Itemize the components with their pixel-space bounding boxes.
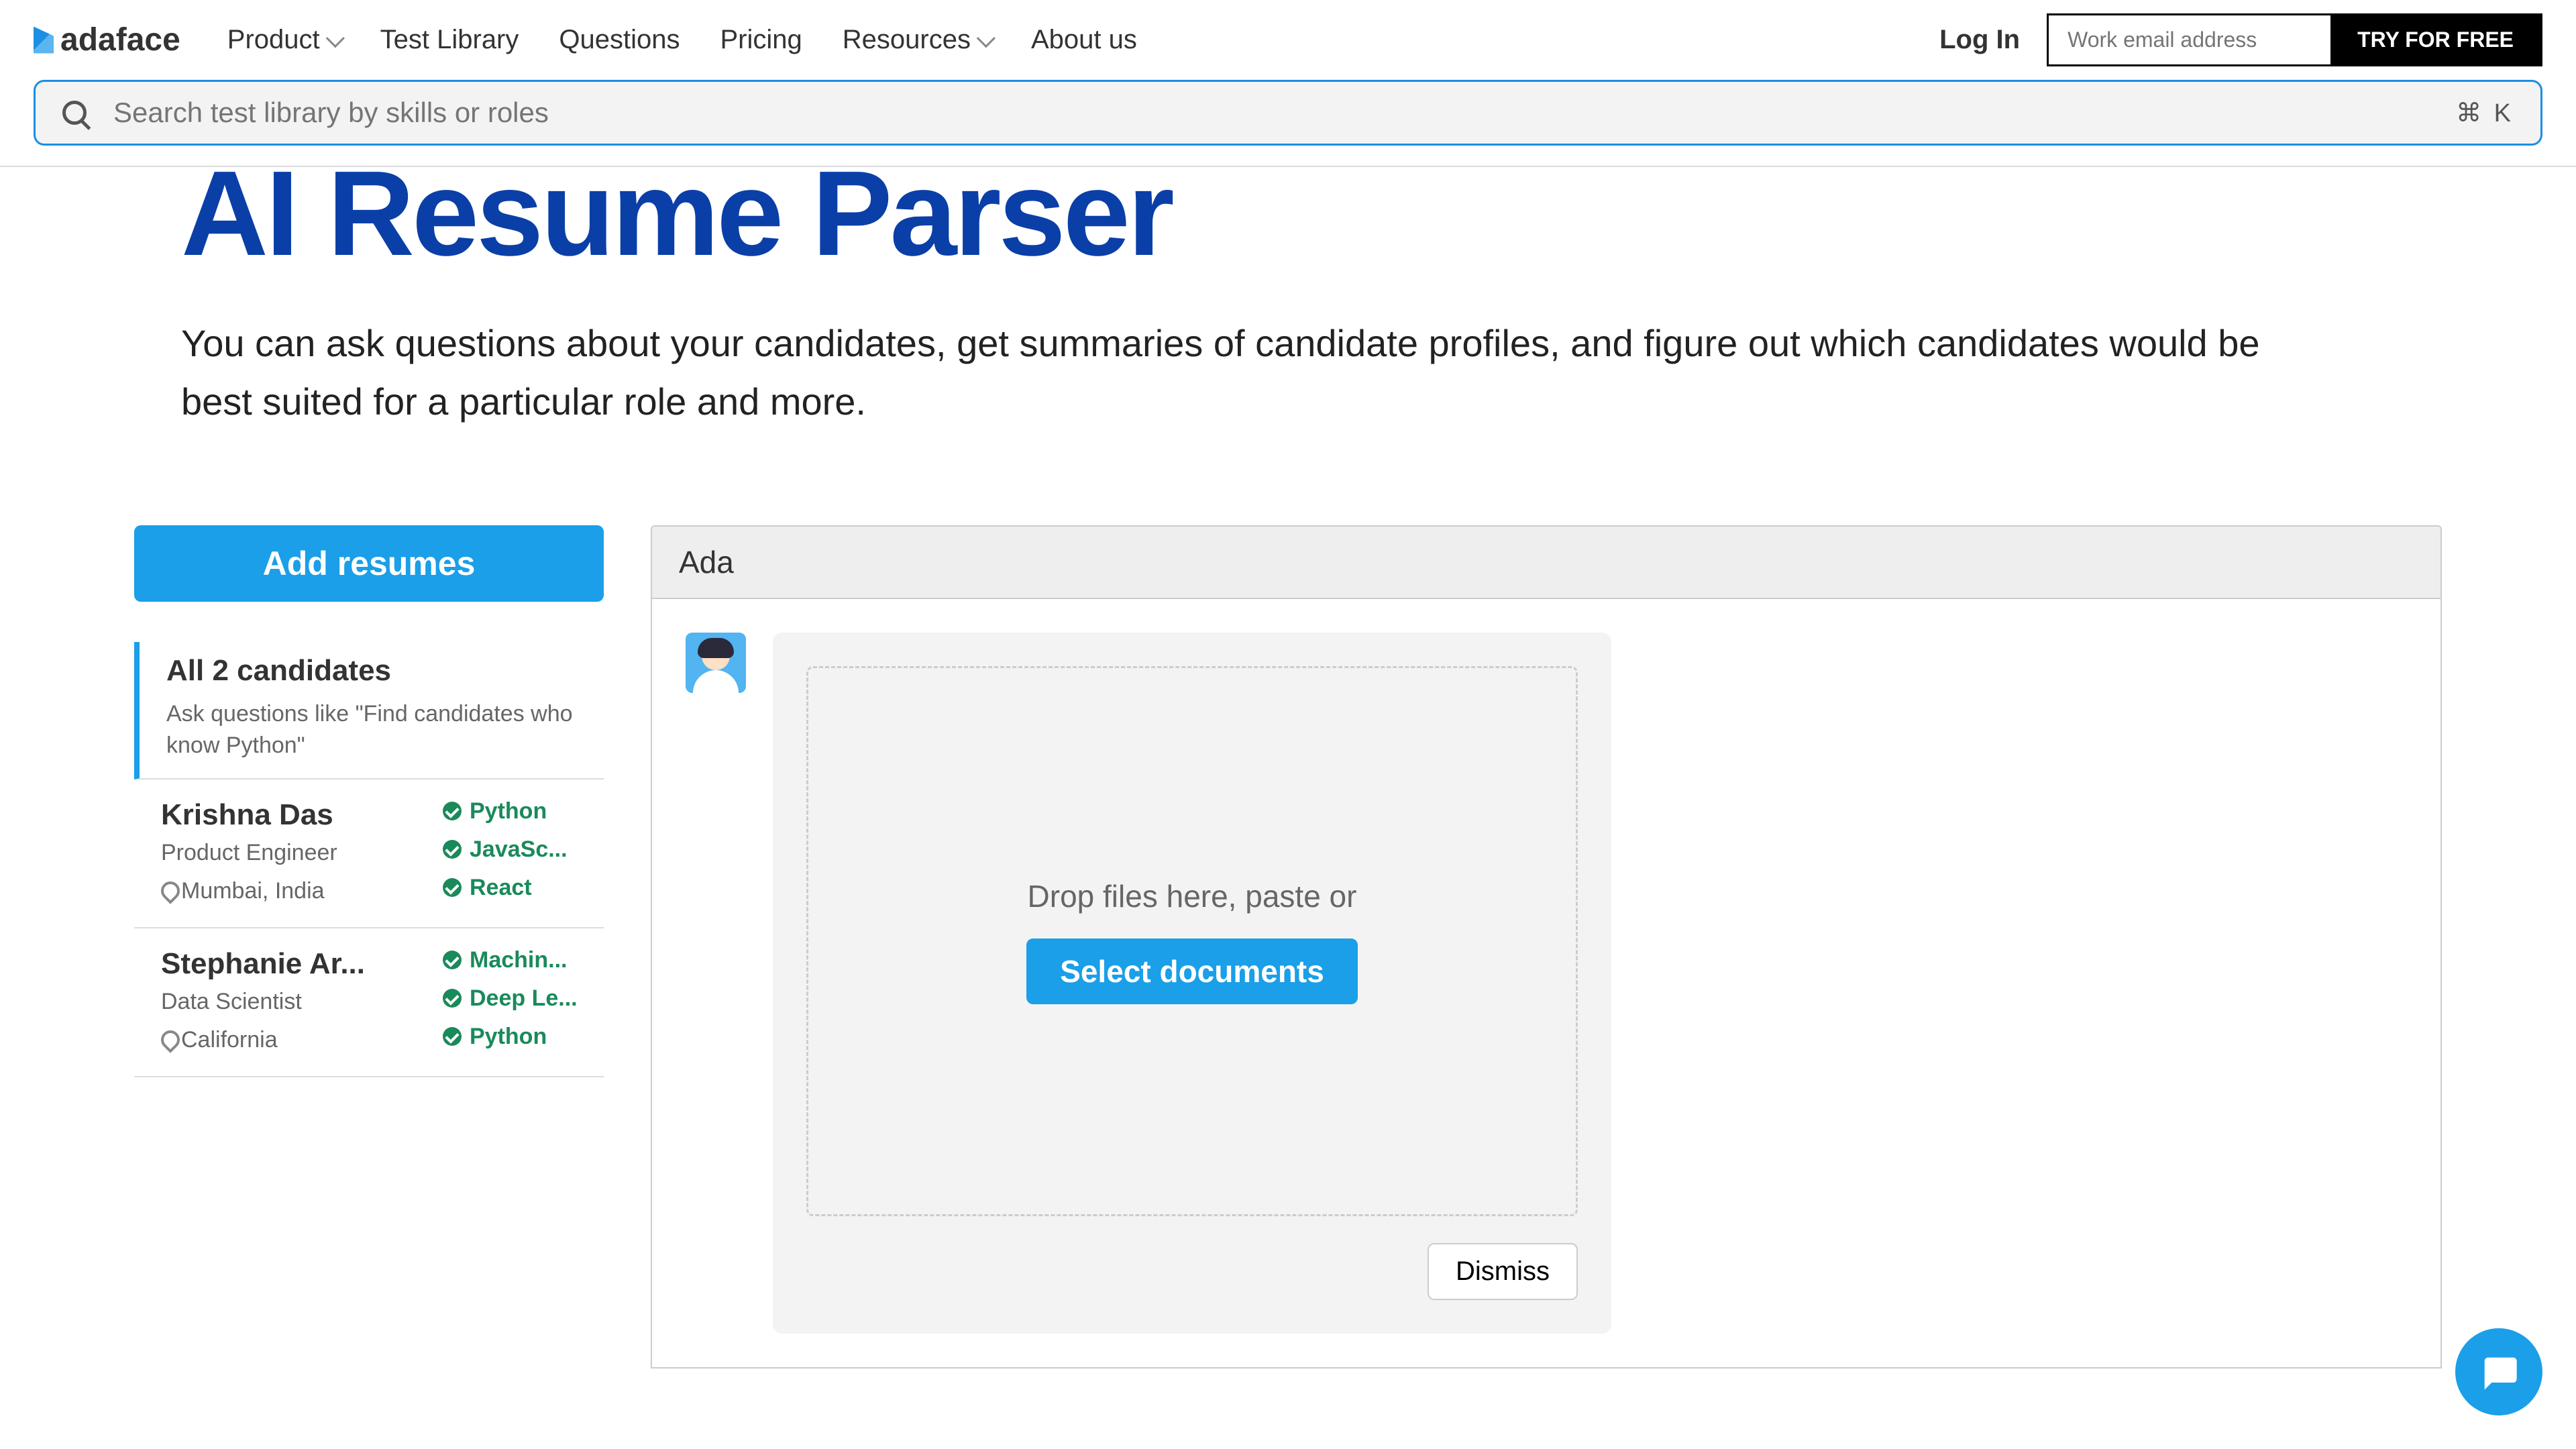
skill-label: Python: [470, 1024, 547, 1050]
nav-label: Product: [227, 25, 320, 55]
chat-bubble-icon: [2477, 1350, 2520, 1393]
nav-resources[interactable]: Resources: [843, 25, 991, 55]
candidate-info: Stephanie Ar... Data Scientist Californi…: [161, 947, 429, 1053]
all-candidates-subtitle: Ask questions like "Find candidates who …: [166, 698, 604, 762]
location-text: California: [181, 1027, 278, 1053]
dropzone-text: Drop files here, paste or: [1028, 878, 1357, 914]
nav-label: About us: [1031, 25, 1137, 55]
search-bar[interactable]: ⌘ K: [34, 80, 2542, 146]
search-shortcut: ⌘ K: [2456, 98, 2514, 128]
nav-pricing[interactable]: Pricing: [720, 25, 802, 55]
nav-label: Pricing: [720, 25, 802, 55]
chat-launcher-button[interactable]: [2455, 1328, 2542, 1415]
skill-badge: Python: [443, 798, 597, 824]
candidate-location: California: [161, 1027, 429, 1053]
skill-badge: Python: [443, 1024, 597, 1050]
header-right: Log In TRY FOR FREE: [1939, 13, 2542, 66]
check-icon: [443, 802, 462, 820]
candidate-role: Product Engineer: [161, 840, 429, 866]
select-documents-button[interactable]: Select documents: [1026, 938, 1358, 1004]
candidate-location: Mumbai, India: [161, 878, 429, 904]
sidebar: Add resumes All 2 candidates Ask questio…: [134, 525, 604, 1368]
candidate-role: Data Scientist: [161, 989, 429, 1015]
location-pin-icon: [161, 881, 174, 900]
skill-label: Machin...: [470, 947, 567, 973]
chat-header: Ada: [652, 527, 2440, 599]
nav-about-us[interactable]: About us: [1031, 25, 1137, 55]
nav-label: Test Library: [380, 25, 519, 55]
skill-label: Python: [470, 798, 547, 824]
candidate-row[interactable]: Stephanie Ar... Data Scientist Californi…: [134, 928, 604, 1077]
nav-test-library[interactable]: Test Library: [380, 25, 519, 55]
nav-label: Resources: [843, 25, 971, 55]
skill-badge: Machin...: [443, 947, 597, 973]
nav-product[interactable]: Product: [227, 25, 340, 55]
dismiss-button[interactable]: Dismiss: [1428, 1243, 1578, 1300]
chevron-down-icon: [325, 29, 344, 48]
logo-icon: [34, 27, 54, 54]
add-resumes-button[interactable]: Add resumes: [134, 525, 604, 602]
all-candidates-title: All 2 candidates: [166, 654, 604, 688]
chevron-down-icon: [977, 29, 996, 48]
nav-questions[interactable]: Questions: [559, 25, 680, 55]
page-title: AI Resume Parser: [181, 154, 2395, 274]
check-icon: [443, 840, 462, 859]
chat-panel: Ada Drop files here, paste or Select doc…: [651, 525, 2442, 1368]
email-cta: TRY FOR FREE: [2047, 13, 2542, 66]
skill-badge: React: [443, 875, 597, 901]
check-icon: [443, 951, 462, 969]
skill-label: Deep Le...: [470, 985, 578, 1012]
header: adaface Product Test Library Questions P…: [0, 0, 2576, 80]
candidate-skills: Machin... Deep Le... Python: [443, 947, 597, 1053]
location-text: Mumbai, India: [181, 878, 325, 904]
check-icon: [443, 878, 462, 897]
email-field[interactable]: [2049, 15, 2330, 64]
brand-name: adaface: [60, 21, 180, 58]
location-pin-icon: [161, 1030, 174, 1049]
login-link[interactable]: Log In: [1939, 25, 2020, 55]
sidebar-all-candidates[interactable]: All 2 candidates Ask questions like "Fin…: [134, 642, 604, 780]
search-icon: [62, 101, 87, 125]
skill-label: React: [470, 875, 532, 901]
page-description: You can ask questions about your candida…: [181, 315, 2261, 431]
main: Add resumes All 2 candidates Ask questio…: [0, 431, 2576, 1368]
try-for-free-button[interactable]: TRY FOR FREE: [2330, 15, 2540, 64]
dismiss-row: Dismiss: [806, 1243, 1578, 1300]
ada-avatar: [686, 633, 746, 693]
upload-message-card: Drop files here, paste or Select documen…: [773, 633, 1611, 1334]
candidate-row[interactable]: Krishna Das Product Engineer Mumbai, Ind…: [134, 780, 604, 928]
candidate-name: Krishna Das: [161, 798, 429, 832]
logo[interactable]: adaface: [34, 21, 180, 58]
check-icon: [443, 989, 462, 1008]
nav-label: Questions: [559, 25, 680, 55]
candidate-info: Krishna Das Product Engineer Mumbai, Ind…: [161, 798, 429, 904]
nav: Product Test Library Questions Pricing R…: [227, 25, 1919, 55]
skill-badge: JavaSc...: [443, 837, 597, 863]
check-icon: [443, 1027, 462, 1046]
file-dropzone[interactable]: Drop files here, paste or Select documen…: [806, 666, 1578, 1216]
skill-label: JavaSc...: [470, 837, 568, 863]
candidate-skills: Python JavaSc... React: [443, 798, 597, 904]
candidate-name: Stephanie Ar...: [161, 947, 429, 981]
chat-body: Drop files here, paste or Select documen…: [652, 599, 2440, 1367]
hero: AI Resume Parser You can ask questions a…: [0, 154, 2576, 431]
search-input[interactable]: [113, 97, 2429, 129]
skill-badge: Deep Le...: [443, 985, 597, 1012]
